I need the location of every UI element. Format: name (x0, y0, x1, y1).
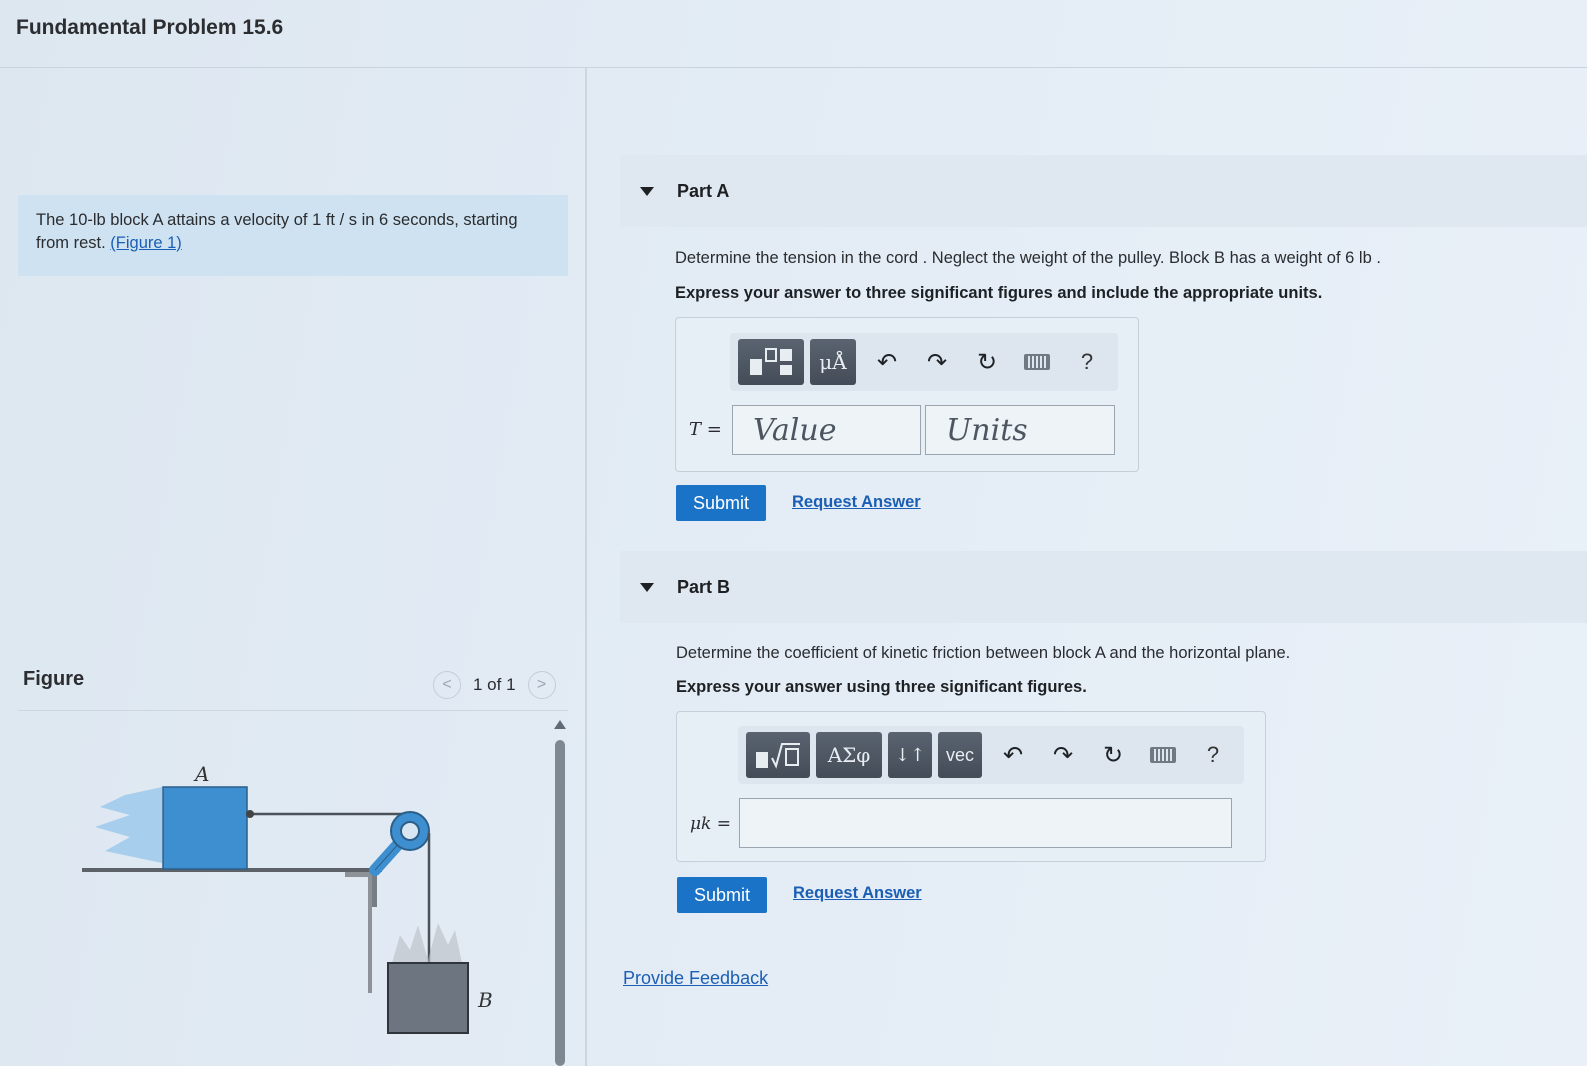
units-input[interactable]: Units (925, 405, 1115, 455)
part-a-request-answer-link[interactable]: Request Answer (792, 493, 921, 512)
help-icon[interactable]: ? (1067, 342, 1107, 382)
block-a-label: A (193, 762, 209, 786)
block-a (162, 786, 248, 870)
scroll-thumb[interactable] (555, 740, 565, 1066)
page-header: Fundamental Problem 15.6 (0, 0, 1587, 68)
help-icon[interactable]: ? (1193, 735, 1233, 775)
tension-variable-label: T = (689, 419, 722, 440)
friction-coefficient-input[interactable] (739, 798, 1232, 848)
problem-text: The 10-lb block A attains a velocity of … (36, 211, 518, 252)
part-a-toolbar: μÅ ↶ ↷ ↻ ? (730, 333, 1118, 391)
motion-lines (95, 787, 162, 863)
part-a-title: Part A (677, 180, 730, 201)
keyboard-icon[interactable] (1017, 342, 1057, 382)
subscript-superscript-button[interactable]: ↓↑ (888, 732, 932, 778)
friction-variable-label: μk = (690, 814, 731, 834)
part-b-title: Part B (677, 576, 731, 597)
units-tool-button[interactable]: μÅ (810, 339, 856, 385)
next-figure-button[interactable]: > (527, 671, 556, 699)
part-a-header[interactable]: Part A (620, 155, 1587, 227)
arrows-label: ↓↑ (894, 744, 926, 766)
templates-icon[interactable] (746, 732, 810, 778)
part-b-header[interactable]: Part B (620, 551, 1587, 623)
figure-heading: Figure (23, 668, 85, 690)
prev-figure-button[interactable]: < (433, 671, 461, 699)
cord-knot (246, 810, 254, 818)
part-b-instruction: Express your answer using three signific… (676, 678, 1087, 696)
block-b-label: B (477, 988, 493, 1012)
provide-feedback-link[interactable]: Provide Feedback (623, 968, 768, 989)
vector-button[interactable]: vec (938, 732, 982, 778)
pulley-hub (400, 821, 420, 841)
motion-lines-b (392, 923, 462, 963)
reset-icon[interactable]: ↻ (967, 342, 1007, 382)
figure-link[interactable]: (Figure 1) (110, 234, 182, 252)
column-divider (585, 68, 587, 1066)
part-a-instruction: Express your answer to three significant… (675, 284, 1323, 302)
part-a-question: Determine the tension in the cord . Negl… (675, 249, 1381, 267)
figure-divider (18, 710, 568, 711)
figure-pager: < 1 of 1 > (433, 670, 556, 700)
part-b-question: Determine the coefficient of kinetic fri… (676, 644, 1291, 662)
redo-icon[interactable]: ↷ (917, 342, 957, 382)
table-support (345, 872, 372, 993)
units-tool-label: μÅ (819, 350, 847, 374)
scroll-up-icon[interactable] (554, 720, 566, 729)
undo-icon[interactable]: ↶ (993, 735, 1033, 775)
vector-label: vec (945, 744, 974, 765)
undo-icon[interactable]: ↶ (867, 342, 907, 382)
collapse-triangle-icon[interactable] (640, 582, 654, 592)
figure-page-count: 1 of 1 (473, 675, 516, 694)
collapse-triangle-icon[interactable] (640, 186, 654, 196)
problem-statement: The 10-lb block A attains a velocity of … (18, 195, 568, 276)
pulley-figure: A B (82, 762, 493, 1034)
reset-icon[interactable]: ↻ (1093, 735, 1133, 775)
part-b-request-answer-link[interactable]: Request Answer (793, 884, 922, 903)
keyboard-icon[interactable] (1143, 735, 1183, 775)
value-input[interactable]: Value (732, 405, 921, 455)
part-b-submit-button[interactable]: Submit (677, 877, 767, 913)
block-b (387, 962, 469, 1034)
greek-symbols-label: ΑΣφ (827, 743, 871, 767)
part-a-submit-button[interactable]: Submit (676, 485, 766, 521)
redo-icon[interactable]: ↷ (1043, 735, 1083, 775)
templates-icon[interactable] (738, 339, 804, 385)
page-title: Fundamental Problem 15.6 (16, 16, 284, 39)
greek-symbols-button[interactable]: ΑΣφ (816, 732, 882, 778)
part-b-toolbar: ΑΣφ ↓↑ vec ↶ ↷ ↻ ? (738, 726, 1244, 784)
figure-scrollbar[interactable] (553, 720, 567, 1066)
